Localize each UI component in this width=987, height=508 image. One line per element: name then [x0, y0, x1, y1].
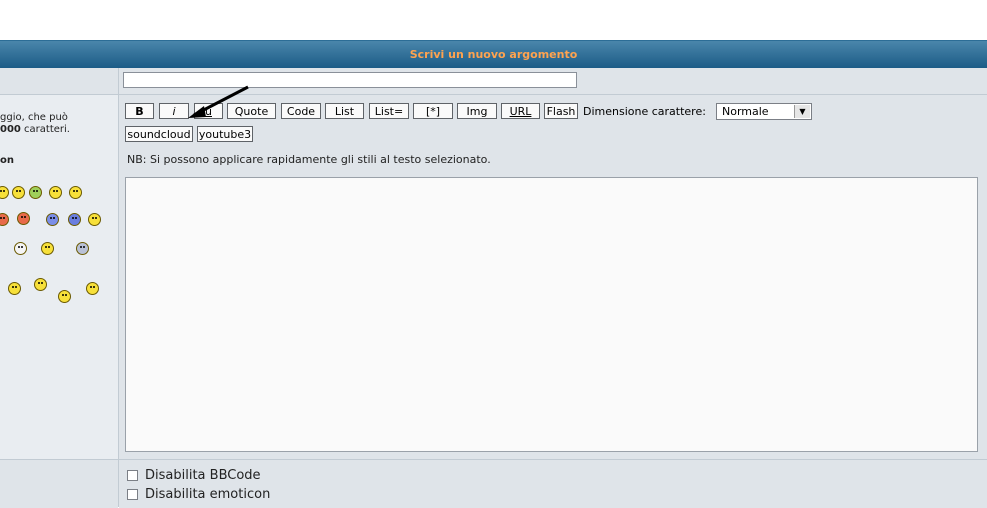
- blue-smiley-icon[interactable]: [68, 213, 81, 226]
- smiley-icon[interactable]: [49, 186, 62, 199]
- message-textarea[interactable]: [125, 177, 978, 452]
- smiley-icon[interactable]: [12, 186, 25, 199]
- disable-emoticon-label: Disabilita emoticon: [145, 487, 271, 502]
- smiley-icon[interactable]: [86, 282, 99, 295]
- list-ordered-button[interactable]: List=: [369, 103, 409, 119]
- emoticon-heading: on: [0, 155, 14, 166]
- chevron-down-icon[interactable]: ▼: [794, 105, 810, 118]
- list-button[interactable]: List: [325, 103, 364, 119]
- font-size-label: Dimensione carattere:: [583, 105, 706, 118]
- url-button[interactable]: URL: [501, 103, 540, 119]
- youtube-button[interactable]: youtube3: [197, 126, 253, 142]
- message-help-line1: ggio, che può: [0, 112, 68, 123]
- img-button[interactable]: Img: [457, 103, 497, 119]
- grey-smiley-icon[interactable]: [76, 242, 89, 255]
- mad-smiley-icon[interactable]: [17, 212, 30, 225]
- subject-label-cell: [0, 68, 118, 95]
- char-limit: 000: [0, 124, 21, 135]
- smiley-icon[interactable]: [69, 186, 82, 199]
- options-label-cell: [0, 459, 118, 508]
- reading-smiley-icon[interactable]: [8, 282, 21, 295]
- disable-bbcode-checkbox[interactable]: [127, 470, 138, 481]
- code-button[interactable]: Code: [281, 103, 321, 119]
- page-top: [0, 0, 987, 40]
- cold-smiley-icon[interactable]: [46, 213, 59, 226]
- style-hint: NB: Si possono applicare rapidamente gli…: [127, 153, 491, 166]
- char-limit-suffix: caratteri.: [20, 124, 70, 135]
- left-column: ggio, che può 000 caratteri. on: [0, 68, 119, 508]
- flash-button[interactable]: Flash: [544, 103, 578, 119]
- party-smiley-icon[interactable]: [34, 278, 47, 291]
- smiley-icon[interactable]: [0, 186, 9, 199]
- smiley-icon[interactable]: [58, 290, 71, 303]
- soundcloud-button[interactable]: soundcloud: [125, 126, 193, 142]
- page-title: Scrivi un nuovo argomento: [409, 48, 578, 61]
- ghost-smiley-icon[interactable]: [14, 242, 27, 255]
- annotation-arrow-icon: [188, 85, 249, 118]
- angry-smiley-icon[interactable]: [0, 213, 9, 226]
- message-help-line2: 000 caratteri.: [0, 124, 70, 135]
- list-item-button[interactable]: [*]: [413, 103, 453, 119]
- bold-button[interactable]: B: [125, 103, 154, 119]
- cool-smiley-icon[interactable]: [41, 242, 54, 255]
- smiley-icon[interactable]: [88, 213, 101, 226]
- disable-emoticon-checkbox[interactable]: [127, 489, 138, 500]
- disable-bbcode-label: Disabilita BBCode: [145, 468, 261, 483]
- sick-smiley-icon[interactable]: [29, 186, 42, 199]
- font-size-value: Normale: [722, 105, 769, 118]
- post-form-header: Scrivi un nuovo argomento: [0, 40, 987, 69]
- font-size-select[interactable]: Normale ▼: [716, 103, 812, 120]
